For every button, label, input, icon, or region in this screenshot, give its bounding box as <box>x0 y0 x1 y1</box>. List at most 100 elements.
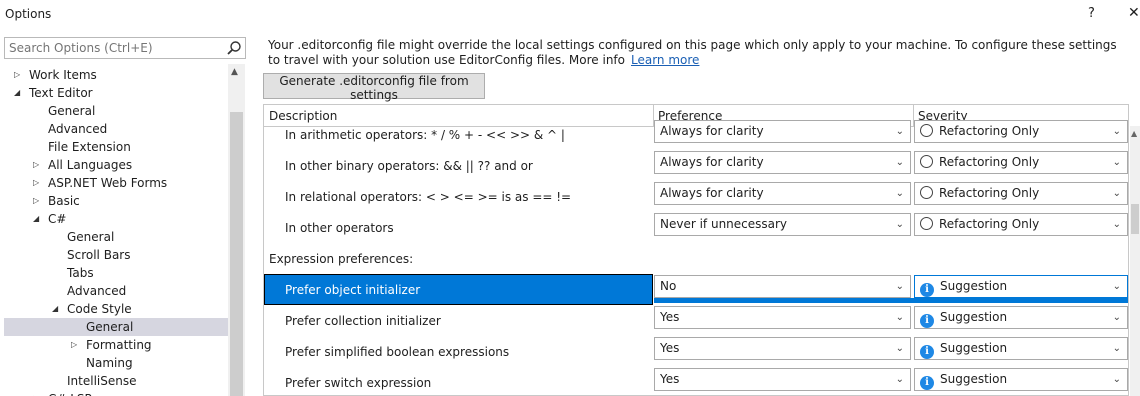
info-icon: i <box>920 345 934 359</box>
expand-arrow-icon[interactable]: ▷ <box>14 66 24 84</box>
tree-item-label: General <box>67 230 115 244</box>
chevron-down-icon[interactable]: ⌄ <box>1113 121 1121 142</box>
tree-item[interactable]: ▷ All Languages <box>4 156 228 174</box>
tree-item[interactable]: ▷ Formatting <box>4 336 228 354</box>
setting-row[interactable]: In other operators Never if unnecessary ⌄ R… <box>264 212 1128 243</box>
scroll-up-icon[interactable]: ▲ <box>1131 129 1137 138</box>
expand-arrow-icon[interactable]: ▷ <box>71 336 81 354</box>
setting-row[interactable]: In other binary operators: && || ?? and … <box>264 150 1128 181</box>
tree-item[interactable]: File Extension <box>4 138 228 156</box>
chevron-down-icon[interactable]: ⌄ <box>896 214 904 235</box>
preference-dropdown[interactable]: Yes ⌄ <box>654 337 911 360</box>
collapse-arrow-icon[interactable]: ◢ <box>14 84 24 102</box>
setting-description: Prefer switch expression <box>285 376 432 390</box>
tree-item[interactable]: General <box>4 102 228 120</box>
chevron-down-icon[interactable]: ⌄ <box>1113 214 1121 235</box>
chevron-down-icon[interactable]: ⌄ <box>1113 183 1121 204</box>
chevron-down-icon[interactable]: ⌄ <box>896 152 904 173</box>
chevron-down-icon[interactable]: ⌄ <box>1113 338 1121 359</box>
preference-dropdown[interactable]: Never if unnecessary ⌄ <box>654 213 911 236</box>
tree-item[interactable]: Naming <box>4 354 228 372</box>
setting-row[interactable]: In relational operators: < > <= >= is as… <box>264 181 1128 212</box>
tree-item-label: All Languages <box>48 158 133 172</box>
collapse-arrow-icon[interactable]: ◢ <box>33 210 43 228</box>
tree-item[interactable]: ◢ Code Style <box>4 300 228 318</box>
setting-row[interactable]: Prefer simplified boolean expressions Yes… <box>264 336 1128 367</box>
search-icon[interactable] <box>226 40 242 56</box>
search-input[interactable] <box>5 38 223 58</box>
collapse-arrow-icon[interactable]: ◢ <box>52 300 62 318</box>
search-box[interactable] <box>4 37 246 59</box>
chevron-down-icon[interactable]: ⌄ <box>896 183 904 204</box>
tree-item[interactable]: Advanced <box>4 282 228 300</box>
chevron-down-icon[interactable]: ⌄ <box>1113 276 1121 297</box>
tree-item[interactable]: General <box>4 228 228 246</box>
refactoring-only-icon <box>920 155 933 168</box>
help-button[interactable]: ? <box>1088 6 1095 21</box>
preference-value: Always for clarity <box>660 155 764 169</box>
chevron-down-icon[interactable]: ⌄ <box>896 307 904 328</box>
severity-value: Refactoring Only <box>939 217 1040 231</box>
setting-description: Prefer object initializer <box>285 283 421 297</box>
tree-item-label: IntelliSense <box>67 374 137 388</box>
preference-value: No <box>660 279 677 293</box>
tree-item-label: C# <box>48 212 67 226</box>
refactoring-only-icon <box>920 124 933 137</box>
chevron-down-icon[interactable]: ⌄ <box>1113 307 1121 328</box>
tree-scrollbar[interactable]: ▲ <box>228 64 245 396</box>
severity-value: Refactoring Only <box>939 124 1040 138</box>
scroll-thumb[interactable] <box>1131 204 1139 234</box>
close-button[interactable]: ✕ <box>1128 5 1140 21</box>
severity-dropdown[interactable]: Refactoring Only ⌄ <box>914 151 1128 174</box>
chevron-down-icon[interactable]: ⌄ <box>896 369 904 390</box>
preference-dropdown[interactable]: Always for clarity ⌄ <box>654 151 911 174</box>
preference-dropdown[interactable]: Always for clarity ⌄ <box>654 182 911 205</box>
tree-item[interactable]: ◢ Text Editor <box>4 84 228 102</box>
tree-item-label: Scroll Bars <box>67 248 131 262</box>
tree-item[interactable]: Advanced <box>4 120 228 138</box>
preference-dropdown[interactable]: Always for clarity ⌄ <box>654 120 911 143</box>
preference-dropdown[interactable]: No ⌄ <box>654 275 911 298</box>
severity-dropdown[interactable]: Refactoring Only ⌄ <box>914 120 1128 143</box>
tree-item[interactable]: Scroll Bars <box>4 246 228 264</box>
severity-dropdown[interactable]: i Suggestion ⌄ <box>914 337 1128 360</box>
chevron-down-icon[interactable]: ⌄ <box>1113 369 1121 390</box>
setting-row[interactable]: Prefer object initializer No ⌄ i Suggestion ⌄ <box>264 274 1128 305</box>
expand-arrow-icon[interactable]: ▷ <box>33 192 43 210</box>
chevron-down-icon[interactable]: ⌄ <box>1113 152 1121 173</box>
tree-item[interactable]: ▷ C# LSP <box>4 390 228 396</box>
chevron-down-icon[interactable]: ⌄ <box>896 338 904 359</box>
setting-row[interactable]: Prefer switch expression Yes ⌄ i Suggestion ⌄ <box>264 367 1128 395</box>
editorconfig-notice: Your .editorconfig file might override t… <box>268 38 1128 68</box>
tree-item[interactable]: ▷ Basic <box>4 192 228 210</box>
tree-item[interactable]: General <box>4 318 228 336</box>
row-selection-accent <box>654 298 1128 303</box>
expand-arrow-icon[interactable]: ▷ <box>33 390 43 396</box>
tree-item-label: ASP.NET Web Forms <box>48 176 168 190</box>
tree-item[interactable]: IntelliSense <box>4 372 228 390</box>
chevron-down-icon[interactable]: ⌄ <box>896 276 904 297</box>
generate-editorconfig-button[interactable]: Generate .editorconfig file from setting… <box>263 73 485 102</box>
scroll-up-icon[interactable]: ▲ <box>231 67 238 77</box>
grid-scrollbar[interactable]: ▲ <box>1130 126 1140 396</box>
severity-dropdown[interactable]: Refactoring Only ⌄ <box>914 213 1128 236</box>
severity-dropdown[interactable]: i Suggestion ⌄ <box>914 368 1128 391</box>
severity-dropdown[interactable]: i Suggestion ⌄ <box>914 275 1128 298</box>
tree-item[interactable]: ▷ ASP.NET Web Forms <box>4 174 228 192</box>
setting-row[interactable]: In arithmetic operators: * / % + - << >>… <box>264 119 1128 150</box>
scroll-thumb[interactable] <box>230 112 243 396</box>
expand-arrow-icon[interactable]: ▷ <box>33 156 43 174</box>
severity-dropdown[interactable]: i Suggestion ⌄ <box>914 306 1128 329</box>
setting-description: Prefer simplified boolean expressions <box>285 345 510 359</box>
learn-more-link[interactable]: Learn more <box>631 53 699 67</box>
tree-item[interactable]: ◢ C# <box>4 210 228 228</box>
setting-row[interactable]: Prefer collection initializer Yes ⌄ i Sugges… <box>264 305 1128 336</box>
setting-description: In other binary operators: && || ?? and … <box>285 159 533 173</box>
tree-item[interactable]: ▷ Work Items <box>4 66 228 84</box>
expand-arrow-icon[interactable]: ▷ <box>33 174 43 192</box>
chevron-down-icon[interactable]: ⌄ <box>896 121 904 142</box>
severity-dropdown[interactable]: Refactoring Only ⌄ <box>914 182 1128 205</box>
tree-item[interactable]: Tabs <box>4 264 228 282</box>
preference-dropdown[interactable]: Yes ⌄ <box>654 306 911 329</box>
preference-dropdown[interactable]: Yes ⌄ <box>654 368 911 391</box>
